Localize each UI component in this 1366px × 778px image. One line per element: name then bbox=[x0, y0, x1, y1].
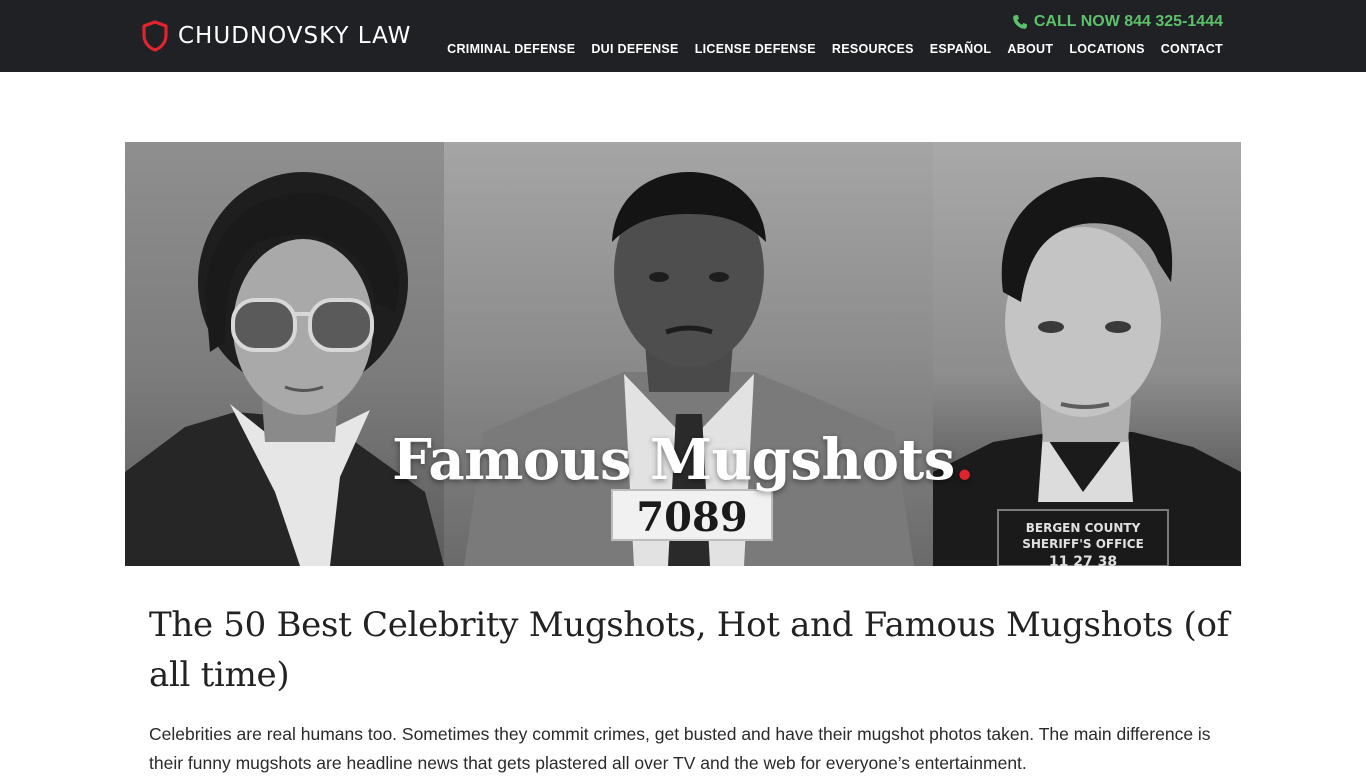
site-header: CHUDNOVSKY LAW CALL NOW 844 325-1444 CRI… bbox=[0, 0, 1366, 72]
placard-number: 7089 bbox=[636, 494, 747, 541]
logo-text: CHUDNOVSKY LAW bbox=[178, 23, 412, 49]
article-title: The 50 Best Celebrity Mugshots, Hot and … bbox=[149, 605, 1229, 695]
article-intro: Celebrities are real humans too. Sometim… bbox=[149, 724, 1211, 773]
hero-banner: 7089 BERGEN COUNTY SHERIFF'S OFFICE 11 2… bbox=[125, 142, 1241, 566]
nav-locations[interactable]: LOCATIONS bbox=[1069, 41, 1144, 57]
hero-title-text: Famous Mugshots bbox=[392, 427, 955, 493]
nav-contact[interactable]: CONTACT bbox=[1161, 41, 1223, 57]
nav-about[interactable]: ABOUT bbox=[1007, 41, 1053, 57]
nav-license-defense[interactable]: LICENSE DEFENSE bbox=[695, 41, 816, 57]
placard-line-3: 11 27 38 bbox=[1049, 554, 1117, 566]
placard-line-1: BERGEN COUNTY bbox=[1026, 521, 1141, 535]
shield-icon bbox=[142, 20, 168, 52]
nav-espanol[interactable]: ESPAÑOL bbox=[930, 41, 992, 57]
logo-link[interactable]: CHUDNOVSKY LAW bbox=[142, 20, 411, 52]
main-nav: CRIMINAL DEFENSE DUI DEFENSE LICENSE DEF… bbox=[447, 41, 1223, 57]
hero-title: Famous Mugshots. bbox=[125, 427, 1241, 493]
mugshot-image-right: BERGEN COUNTY SHERIFF'S OFFICE 11 27 38 bbox=[933, 142, 1241, 566]
call-now-link[interactable]: CALL NOW 844 325-1444 bbox=[1012, 13, 1223, 31]
mugshot-image-left bbox=[125, 142, 444, 566]
phone-icon bbox=[1012, 15, 1027, 29]
hero-title-dot: . bbox=[954, 427, 975, 493]
nav-dui-defense[interactable]: DUI DEFENSE bbox=[591, 41, 678, 57]
placard-line-2: SHERIFF'S OFFICE bbox=[1022, 537, 1144, 551]
mugshot-image-center: 7089 bbox=[444, 142, 933, 566]
nav-criminal-defense[interactable]: CRIMINAL DEFENSE bbox=[447, 41, 575, 57]
call-now-label: CALL NOW 844 325-1444 bbox=[1033, 13, 1223, 30]
nav-resources[interactable]: RESOURCES bbox=[832, 41, 914, 57]
